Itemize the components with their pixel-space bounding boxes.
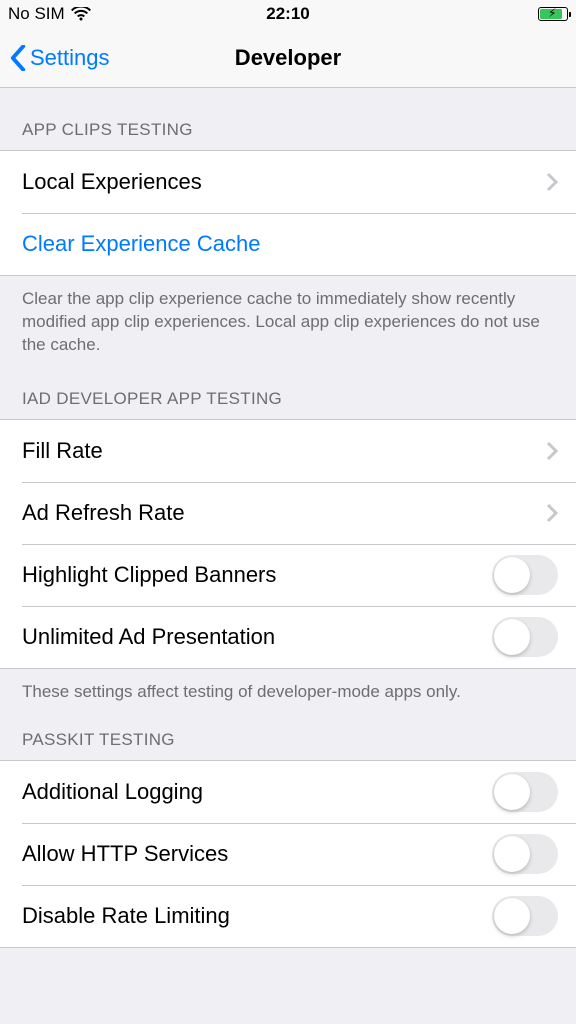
- row-fill-rate[interactable]: Fill Rate: [0, 420, 576, 482]
- section-appclips: Local Experiences Clear Experience Cache: [0, 150, 576, 276]
- toggle-highlight-clipped-banners[interactable]: [492, 555, 558, 595]
- toggle-additional-logging[interactable]: [492, 772, 558, 812]
- chevron-right-icon: [546, 172, 558, 192]
- page-title: Developer: [235, 45, 341, 71]
- back-label: Settings: [30, 45, 110, 71]
- toggle-disable-rate-limiting[interactable]: [492, 896, 558, 936]
- carrier-text: No SIM: [8, 4, 65, 24]
- section-header-appclips: APP CLIPS TESTING: [0, 88, 576, 150]
- status-left: No SIM: [8, 4, 91, 24]
- toggle-allow-http-services[interactable]: [492, 834, 558, 874]
- cell-label: Ad Refresh Rate: [22, 500, 185, 526]
- section-iad: Fill Rate Ad Refresh Rate Highlight Clip…: [0, 419, 576, 669]
- row-ad-refresh-rate[interactable]: Ad Refresh Rate: [0, 482, 576, 544]
- section-footer-appclips: Clear the app clip experience cache to i…: [0, 276, 576, 365]
- row-additional-logging: Additional Logging: [0, 761, 576, 823]
- chevron-right-icon: [546, 503, 558, 523]
- status-bar: No SIM 22:10 ⚡︎: [0, 0, 576, 28]
- cell-label: Fill Rate: [22, 438, 103, 464]
- section-header-iad: IAD DEVELOPER APP TESTING: [0, 365, 576, 419]
- row-local-experiences[interactable]: Local Experiences: [0, 151, 576, 213]
- cell-label: Unlimited Ad Presentation: [22, 624, 275, 650]
- status-right: ⚡︎: [538, 7, 568, 21]
- section-footer-iad: These settings affect testing of develop…: [0, 669, 576, 712]
- cell-label: Disable Rate Limiting: [22, 903, 230, 929]
- cell-label: Local Experiences: [22, 169, 202, 195]
- row-disable-rate-limiting: Disable Rate Limiting: [0, 885, 576, 947]
- row-clear-experience-cache[interactable]: Clear Experience Cache: [0, 213, 576, 275]
- cell-label: Allow HTTP Services: [22, 841, 228, 867]
- toggle-unlimited-ad-presentation[interactable]: [492, 617, 558, 657]
- nav-bar: Settings Developer: [0, 28, 576, 88]
- chevron-right-icon: [546, 441, 558, 461]
- wifi-icon: [71, 7, 91, 22]
- section-passkit: Additional Logging Allow HTTP Services D…: [0, 760, 576, 948]
- section-header-passkit: PASSKIT TESTING: [0, 712, 576, 760]
- cell-label: Highlight Clipped Banners: [22, 562, 276, 588]
- row-allow-http-services: Allow HTTP Services: [0, 823, 576, 885]
- status-time: 22:10: [266, 4, 309, 24]
- chevron-left-icon: [10, 45, 26, 71]
- back-button[interactable]: Settings: [10, 45, 110, 71]
- battery-icon: ⚡︎: [538, 7, 568, 21]
- row-highlight-clipped-banners: Highlight Clipped Banners: [0, 544, 576, 606]
- row-unlimited-ad-presentation: Unlimited Ad Presentation: [0, 606, 576, 668]
- cell-label: Additional Logging: [22, 779, 203, 805]
- cell-label: Clear Experience Cache: [22, 231, 260, 257]
